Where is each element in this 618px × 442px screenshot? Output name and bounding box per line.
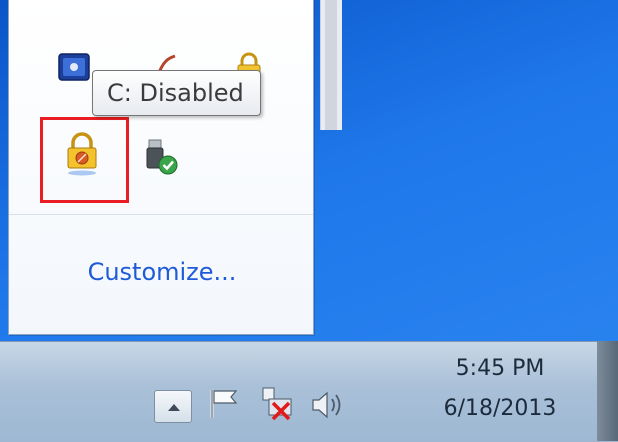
tray-scroll-thumb[interactable] [325, 0, 337, 130]
customize-link[interactable]: Customize... [9, 258, 315, 286]
volume-icon[interactable] [307, 388, 349, 422]
notification-overflow-popup: Customize... [8, 0, 342, 335]
action-center-flag-icon[interactable] [206, 386, 246, 420]
chevron-up-icon [168, 404, 180, 411]
network-disconnected-icon[interactable] [259, 385, 299, 423]
taskbar-clock[interactable]: 5:45 PM 6/18/2013 [420, 352, 580, 426]
show-hidden-icons-button[interactable] [154, 390, 192, 423]
show-desktop-edge[interactable] [597, 341, 618, 441]
tray-scrollbar[interactable] [320, 0, 342, 130]
blue-app-icon[interactable] [56, 50, 92, 86]
usb-safe-removal-icon[interactable] [141, 137, 178, 175]
clock-date: 6/18/2013 [443, 396, 557, 421]
popup-divider [9, 214, 313, 215]
highlight-box [40, 117, 129, 203]
tooltip: C: Disabled [92, 70, 261, 116]
clock-time: 5:45 PM [455, 356, 545, 381]
